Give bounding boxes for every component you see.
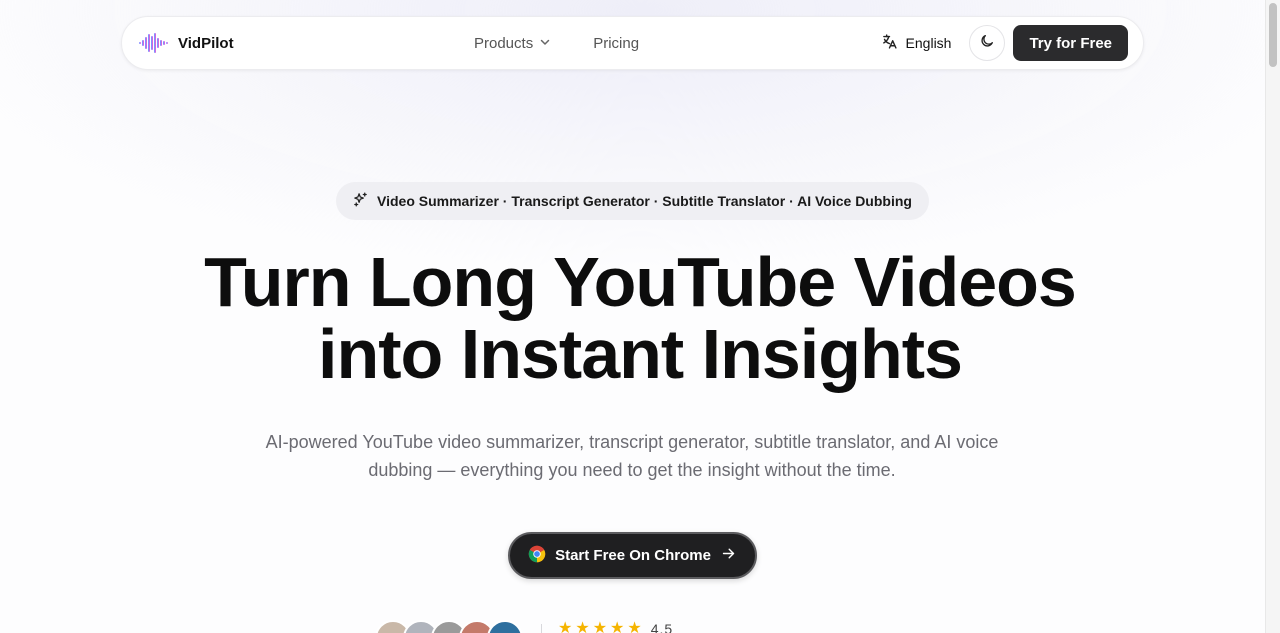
star-icon: ★ <box>610 620 625 633</box>
nav-products-label: Products <box>474 34 534 52</box>
sparkles-icon <box>352 191 369 211</box>
hero-subtitle: AI-powered YouTube video summarizer, tra… <box>265 432 999 480</box>
cta-label: Start Free On Chrome <box>555 547 711 564</box>
features-badge-text: Video Summarizer · Transcript Generator … <box>377 193 912 209</box>
hero-title-line1: Turn Long YouTube Videos <box>204 243 1077 321</box>
chrome-icon <box>528 545 546 567</box>
hero-title: Turn Long YouTube Videos into Instant In… <box>0 246 1280 390</box>
chevron-down-icon <box>539 35 551 52</box>
features-badge: Video Summarizer · Transcript Generator … <box>336 182 929 220</box>
start-free-on-chrome-button[interactable]: Start Free On Chrome <box>508 532 757 579</box>
try-for-free-button[interactable]: Try for Free <box>1013 25 1128 61</box>
social-proof: ★ ★ ★ ★ ★ 4.5 <box>375 620 673 633</box>
divider <box>541 624 542 633</box>
theme-toggle-button[interactable] <box>969 25 1006 61</box>
moon-icon <box>979 33 995 54</box>
language-label: English <box>905 35 952 51</box>
star-rating: ★ ★ ★ ★ ★ 4.5 <box>558 621 673 633</box>
arrow-right-icon <box>720 545 737 566</box>
nav-pricing[interactable]: Pricing <box>593 35 639 52</box>
rating-value: 4.5 <box>650 621 674 633</box>
avatar <box>487 620 523 633</box>
language-selector[interactable]: English <box>881 33 952 53</box>
hero-title-line2: into Instant Insights <box>318 315 963 393</box>
star-icon: ★ <box>558 620 573 633</box>
brand-name: VidPilot <box>178 34 234 52</box>
scrollbar[interactable] <box>1265 0 1280 633</box>
waveform-logo-icon <box>139 33 169 53</box>
nav-pricing-label: Pricing <box>593 34 640 52</box>
nav-actions: English Try for Free <box>881 17 1128 69</box>
star-icon: ★ <box>575 620 590 633</box>
star-icon: ★ <box>592 620 608 633</box>
star-icon: ★ <box>627 620 642 633</box>
scrollbar-thumb[interactable] <box>1269 3 1277 67</box>
nav-links: Products Pricing <box>474 17 639 69</box>
brand[interactable]: VidPilot <box>139 17 234 69</box>
user-avatars <box>375 620 523 633</box>
navbar: VidPilot Products Pricing English Try fo… <box>121 16 1144 70</box>
nav-products[interactable]: Products <box>474 35 551 52</box>
translate-icon <box>881 33 898 53</box>
